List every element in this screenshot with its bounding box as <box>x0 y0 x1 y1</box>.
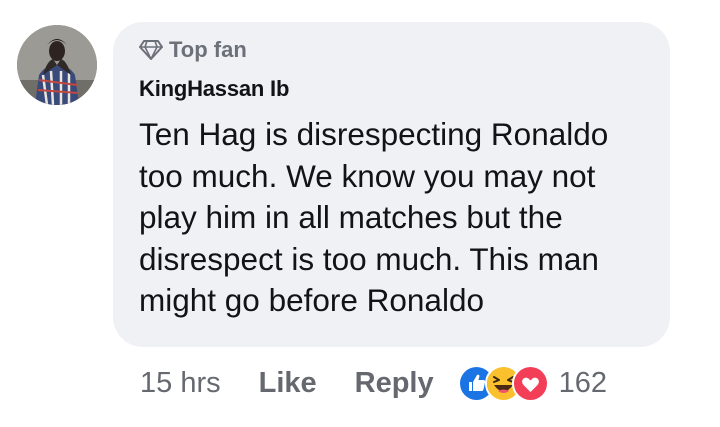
timestamp[interactable]: 15 hrs <box>140 367 221 400</box>
reaction-count[interactable]: 162 <box>559 367 607 400</box>
comment-actions: 15 hrs Like Reply 162 <box>140 361 607 405</box>
like-button[interactable]: Like <box>259 367 317 400</box>
reaction-summary[interactable] <box>457 364 549 402</box>
comment-line: might go before Ronaldo <box>139 282 484 318</box>
comment-author[interactable]: KingHassan Ib <box>139 76 289 102</box>
avatar[interactable] <box>17 25 97 105</box>
avatar-image <box>17 25 97 105</box>
comment-line: too much. We know you may not <box>139 157 596 194</box>
comment-line: disrespect is too much. This man <box>139 240 599 277</box>
badge-label: Top fan <box>169 37 247 62</box>
comment-line: Ten Hag is disrespecting Ronaldo <box>139 116 609 152</box>
love-icon <box>511 364 549 402</box>
comment-text: Ten Hag is disrespecting Ronaldo too muc… <box>139 114 654 322</box>
comment-card: Top fan KingHassan Ib Ten Hag is disresp… <box>0 0 720 427</box>
comment-line: play him in all matches but the <box>139 199 563 235</box>
comment-bubble[interactable]: Top fan KingHassan Ib Ten Hag is disresp… <box>113 22 670 347</box>
top-fan-badge: Top fan <box>139 37 247 63</box>
reply-button[interactable]: Reply <box>355 367 434 400</box>
diamond-icon <box>139 40 163 60</box>
